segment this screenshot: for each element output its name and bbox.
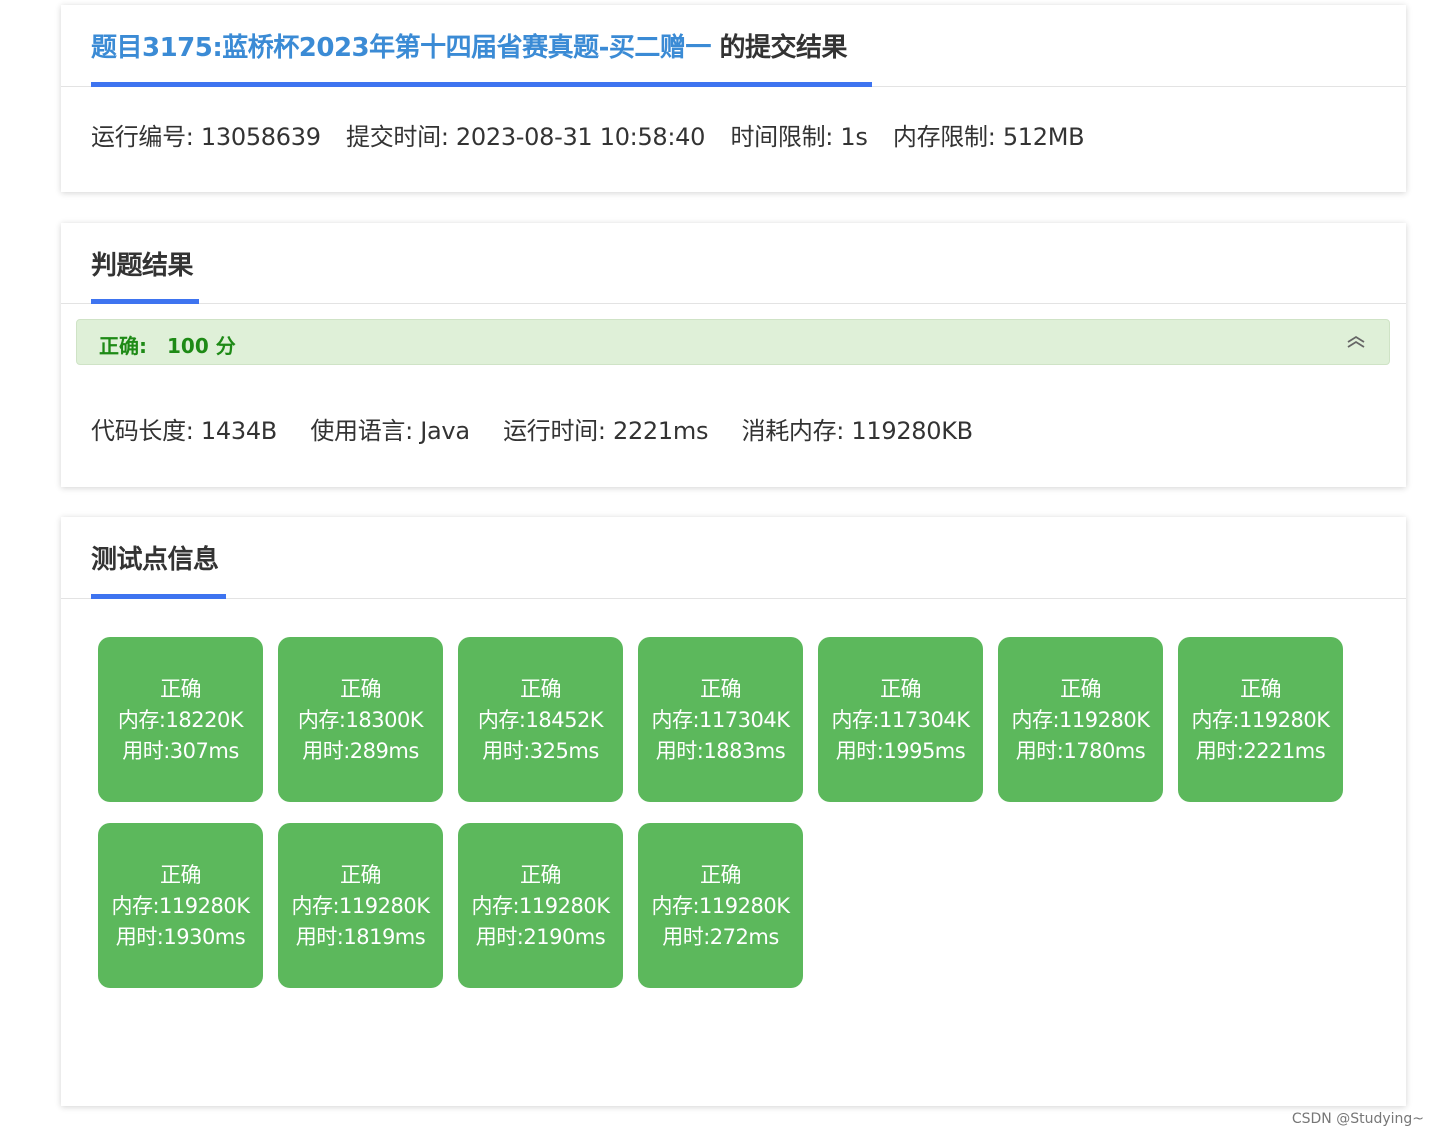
verdict-label: 正确: xyxy=(99,334,147,358)
language: 使用语言: Java xyxy=(310,417,470,445)
test-case-status: 正确 xyxy=(340,863,382,887)
test-case-memory: 内存:117304K xyxy=(831,708,970,732)
test-case-box[interactable]: 正确内存:119280K 用时:1780ms xyxy=(998,637,1163,802)
code-length: 代码长度: 1434B xyxy=(91,417,277,445)
submit-time: 提交时间: 2023-08-31 10:58:40 xyxy=(346,123,706,151)
test-case-memory: 内存:119280K xyxy=(111,894,250,918)
test-case-box[interactable]: 正确内存:117304K 用时:1883ms xyxy=(638,637,803,802)
page-title: 题目3175:蓝桥杯2023年第十四届省赛真题-买二赠一 的提交结果 xyxy=(91,27,847,64)
test-case-status: 正确 xyxy=(160,863,202,887)
test-case-time: 用时:1883ms xyxy=(655,739,786,763)
test-case-status: 正确 xyxy=(1060,677,1102,701)
test-case-status: 正确 xyxy=(700,677,742,701)
test-case-status: 正确 xyxy=(1240,677,1282,701)
test-case-memory: 内存:119280K xyxy=(291,894,430,918)
test-case-memory: 内存:18452K xyxy=(477,708,604,732)
title-suffix: 的提交结果 xyxy=(710,33,847,63)
test-case-memory: 内存:18300K xyxy=(297,708,424,732)
test-case-status: 正确 xyxy=(700,863,742,887)
run-time: 运行时间: 2221ms xyxy=(503,417,709,445)
time-limit: 时间限制: 1s xyxy=(730,123,868,151)
test-case-status: 正确 xyxy=(880,677,922,701)
judge-result-card: 判题结果 正确: 100 分 代码长度: 1434B 使用语言: Java 运行… xyxy=(61,223,1406,487)
test-case-time: 用时:1780ms xyxy=(1015,739,1146,763)
run-id: 运行编号: 13058639 xyxy=(91,123,321,151)
test-case-box[interactable]: 正确内存:119280K 用时:272ms xyxy=(638,823,803,988)
problem-title-link[interactable]: 题目3175:蓝桥杯2023年第十四届省赛真题-买二赠一 xyxy=(91,33,711,63)
watermark: CSDN @Studying~ xyxy=(1291,1111,1424,1127)
test-case-time: 用时:272ms xyxy=(662,925,779,949)
test-case-memory: 内存:119280K xyxy=(1191,708,1330,732)
judge-result-header: 判题结果 xyxy=(61,223,1406,304)
test-case-time: 用时:2190ms xyxy=(475,925,606,949)
test-case-box[interactable]: 正确内存:119280K 用时:1819ms xyxy=(278,823,443,988)
test-case-time: 用时:289ms xyxy=(302,739,419,763)
test-case-box[interactable]: 正确内存:117304K 用时:1995ms xyxy=(818,637,983,802)
judge-result-heading: 判题结果 xyxy=(91,251,194,281)
test-case-time: 用时:1995ms xyxy=(835,739,966,763)
test-case-status: 正确 xyxy=(520,677,562,701)
verdict-score: 100 分 xyxy=(167,334,236,358)
test-case-status: 正确 xyxy=(520,863,562,887)
chevron-double-up-icon[interactable] xyxy=(1345,333,1367,351)
heading-underline xyxy=(91,299,199,304)
test-case-memory: 内存:117304K xyxy=(651,708,790,732)
test-cases-header: 测试点信息 xyxy=(61,517,1406,599)
judge-stats: 代码长度: 1434B 使用语言: Java 运行时间: 2221ms 消耗内存… xyxy=(91,411,999,446)
test-case-time: 用时:325ms xyxy=(482,739,599,763)
test-case-time: 用时:1819ms xyxy=(295,925,426,949)
submission-card-header: 题目3175:蓝桥杯2023年第十四届省赛真题-买二赠一 的提交结果 xyxy=(61,5,1406,87)
test-case-time: 用时:1930ms xyxy=(115,925,246,949)
test-case-time: 用时:307ms xyxy=(122,739,239,763)
memory-limit: 内存限制: 512MB xyxy=(892,123,1085,151)
test-case-box[interactable]: 正确内存:119280K 用时:2190ms xyxy=(458,823,623,988)
test-case-box[interactable]: 正确内存:18452K 用时:325ms xyxy=(458,637,623,802)
test-case-box[interactable]: 正确内存:119280K 用时:2221ms xyxy=(1178,637,1343,802)
test-case-box[interactable]: 正确内存:18220K 用时:307ms xyxy=(98,637,263,802)
test-cases-heading: 测试点信息 xyxy=(91,545,219,575)
test-case-time: 用时:2221ms xyxy=(1195,739,1326,763)
test-cases-card: 测试点信息 正确 内存:18220K 用时:307ms 正确 内存:18300K 用时:2… xyxy=(61,517,1406,1106)
test-case-memory: 内存:119280K xyxy=(651,894,790,918)
test-case-box[interactable]: 正确内存:18300K 用时:289ms xyxy=(278,637,443,802)
test-case-status: 正确 xyxy=(160,677,202,701)
submission-card: 题目3175:蓝桥杯2023年第十四届省赛真题-买二赠一 的提交结果 运行编号:… xyxy=(61,5,1406,192)
verdict-panel-toggle[interactable]: 正确: 100 分 xyxy=(76,319,1390,365)
test-case-memory: 内存:18220K xyxy=(117,708,244,732)
test-case-memory: 内存:119280K xyxy=(1011,708,1150,732)
submission-info: 运行编号: 13058639 提交时间: 2023-08-31 10:58:40… xyxy=(91,117,1102,152)
test-case-memory: 内存:119280K xyxy=(471,894,610,918)
test-case-status: 正确 xyxy=(340,677,382,701)
heading-underline xyxy=(91,594,226,599)
memory-used: 消耗内存: 119280KB xyxy=(741,417,974,445)
test-case-box[interactable]: 正确内存:119280K 用时:1930ms xyxy=(98,823,263,988)
title-underline xyxy=(91,82,872,87)
